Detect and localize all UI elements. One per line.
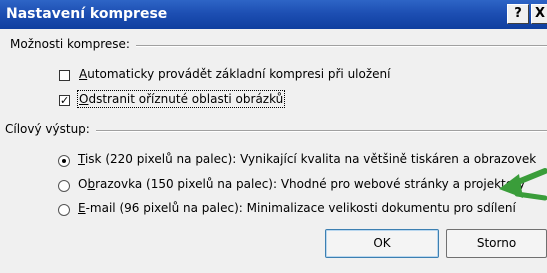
auto-compress-checkbox[interactable]: [59, 70, 70, 81]
auto-compress-accesskey: A: [79, 67, 88, 81]
delete-cropped-check-mark: ✓: [60, 94, 70, 107]
ok-button[interactable]: OK: [325, 229, 439, 258]
target-output-label: Cílový výstup:: [5, 122, 96, 136]
help-button[interactable]: ?: [507, 4, 529, 24]
compression-dialog: Nastavení komprese ? X Možnosti komprese…: [0, 0, 547, 273]
email-accesskey: E: [78, 201, 86, 215]
print-option-label[interactable]: Tisk (220 pixelů na palec): Vynikající k…: [78, 152, 536, 166]
print-radio[interactable]: [58, 155, 70, 167]
auto-compress-label[interactable]: Automaticky provádět základní kompresi p…: [79, 67, 390, 81]
screen-option-label[interactable]: Obrazovka (150 pixelů na palec): Vhodné …: [78, 177, 525, 191]
title-bar[interactable]: Nastavení komprese ? X: [0, 0, 547, 29]
delete-cropped-checkbox[interactable]: ✓: [59, 95, 70, 106]
screen-accesskey: b: [87, 177, 96, 191]
close-button[interactable]: X: [531, 4, 547, 24]
print-accesskey: T: [78, 152, 85, 166]
delete-cropped-label[interactable]: Odstranit oříznuté oblasti obrázků: [76, 90, 286, 108]
dialog-title: Nastavení komprese: [6, 6, 168, 22]
email-option-label[interactable]: E-mail (96 pixelů na palec): Minimalizac…: [78, 201, 516, 215]
compression-options-label: Možnosti komprese:: [10, 37, 136, 51]
green-arrow-icon: [499, 168, 547, 201]
print-radio-dot: [62, 159, 66, 163]
cancel-button[interactable]: Storno: [446, 229, 547, 258]
email-radio[interactable]: [58, 204, 70, 216]
screen-radio[interactable]: [58, 180, 70, 192]
